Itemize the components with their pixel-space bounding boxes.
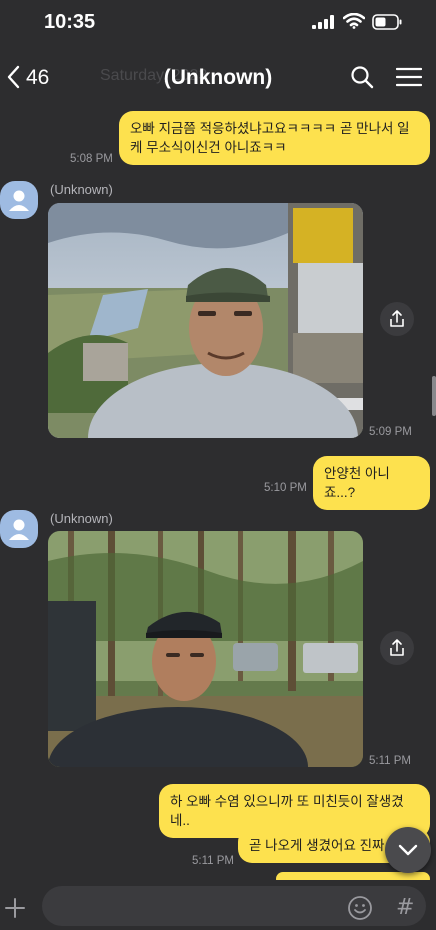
selfie-photo-1 — [48, 203, 363, 438]
message-time: 5:09 PM — [369, 426, 412, 438]
photo-message[interactable] — [48, 531, 363, 767]
status-time: 10:35 — [44, 11, 96, 33]
selfie-photo-2 — [48, 531, 363, 767]
message-input-bar: # — [0, 880, 436, 930]
default-profile-icon — [9, 190, 29, 211]
search-icon[interactable] — [350, 65, 374, 89]
photo-message[interactable] — [48, 203, 363, 438]
default-profile-icon — [9, 519, 29, 540]
chevron-down-icon — [398, 844, 418, 856]
share-icon — [390, 639, 404, 656]
message-bubble-outgoing[interactable]: 오빠 지금쯤 적응하셨냐고요ㅋㅋㅋㅋ 곧 만나서 일케 무소식이신건 아니죠ㅋㅋ — [119, 111, 430, 165]
message-time: 5:08 PM — [70, 153, 113, 165]
emoji-icon[interactable] — [347, 895, 373, 921]
share-icon — [390, 310, 404, 327]
share-button[interactable] — [380, 302, 414, 336]
sender-name: (Unknown) — [50, 511, 113, 526]
battery-icon — [372, 14, 402, 30]
avatar[interactable] — [0, 181, 38, 219]
status-bar: 10:35 — [0, 0, 436, 46]
scroll-to-bottom-button[interactable] — [385, 827, 431, 873]
share-button[interactable] — [380, 631, 414, 665]
plus-icon[interactable] — [4, 897, 26, 919]
message-time: 5:11 PM — [369, 755, 411, 767]
hash-icon[interactable]: # — [396, 895, 414, 920]
message-time: 5:11 PM — [192, 855, 234, 867]
signal-icon — [312, 15, 334, 29]
scrollbar-thumb[interactable] — [432, 376, 436, 416]
avatar[interactable] — [0, 510, 38, 548]
chat-header: 46 Saturday, 2023 (Unknown) — [0, 52, 436, 102]
wifi-icon — [343, 13, 365, 29]
menu-icon[interactable] — [396, 67, 422, 87]
message-time: 5:10 PM — [264, 482, 307, 494]
message-bubble-outgoing[interactable]: 안양천 아니죠...? — [313, 456, 430, 510]
sender-name: (Unknown) — [50, 182, 113, 197]
